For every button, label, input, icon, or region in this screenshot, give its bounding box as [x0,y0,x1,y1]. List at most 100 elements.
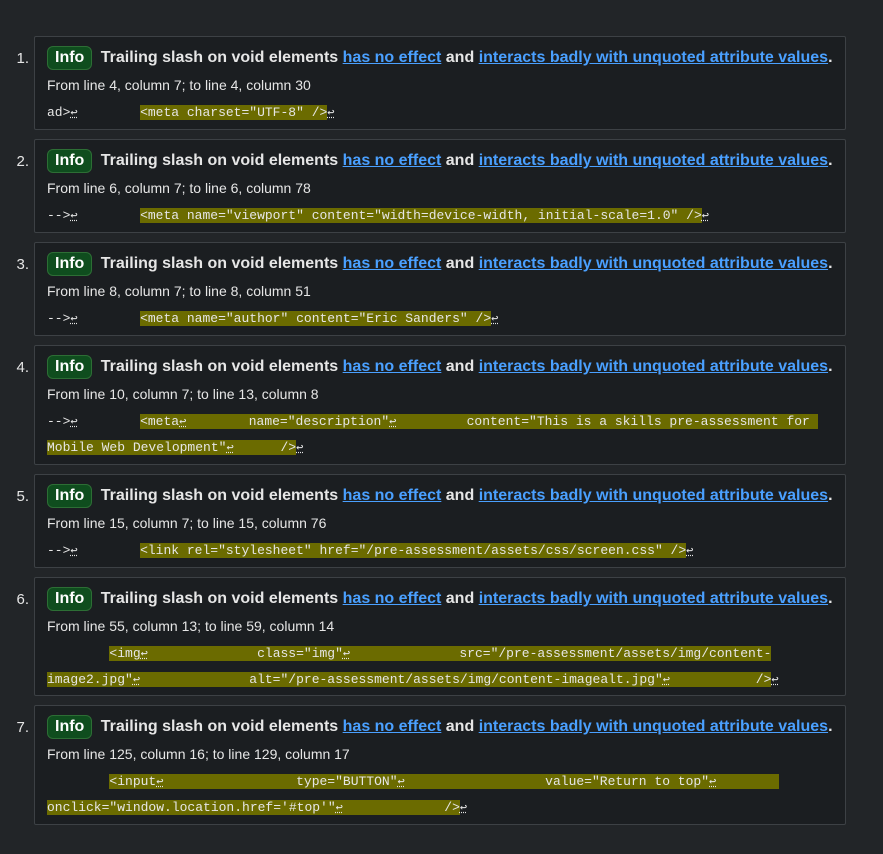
code-extract: -->↩ <link rel="stylesheet" href="/pre-a… [47,538,837,564]
message-header: Info Trailing slash on void elements has… [47,149,841,173]
code-part: <img [109,646,141,661]
message-number: 5. [16,488,29,505]
return-icon: ↩ [335,801,343,815]
code-part: /> [669,672,772,687]
return-icon: ↩ [70,544,78,558]
period-text: . [828,718,833,735]
code-part: type="BUTTON" [163,774,398,789]
extract-gap [78,543,140,558]
unquoted-attribute-link[interactable]: interacts badly with unquoted attribute … [479,255,828,272]
message-title: Trailing slash on void elements [100,152,339,169]
code-part: name="description" [186,414,390,429]
message-title: Trailing slash on void elements [100,487,339,504]
extract-prefix: --> [47,311,71,326]
return-icon: ↩ [140,647,148,661]
code-part: alt="/pre-assessment/assets/img/content-… [140,672,663,687]
code-extract: -->↩ <meta name="viewport" content="widt… [47,203,837,229]
period-text: . [828,358,833,375]
and-text: and [445,487,475,504]
return-icon: ↩ [296,441,304,455]
has-no-effect-link[interactable]: has no effect [343,255,442,272]
message-number: 6. [16,591,29,608]
return-icon: ↩ [662,673,670,687]
highlighted-code: image2.jpg"↩ alt="/pre-assessment/assets… [47,672,772,687]
info-badge: Info [47,484,93,508]
has-no-effect-link[interactable]: has no effect [343,487,442,504]
has-no-effect-link[interactable]: has no effect [343,590,442,607]
return-icon: ↩ [70,415,78,429]
has-no-effect-link[interactable]: has no effect [343,49,442,66]
message-header: Info Trailing slash on void elements has… [47,46,841,70]
code-extract: <input↩ type="BUTTON"↩ value="Return to … [47,769,837,821]
message-item: 2. Info Trailing slash on void elements … [16,139,846,233]
extract-gap [78,311,140,326]
return-icon: ↩ [327,106,335,120]
unquoted-attribute-link[interactable]: interacts badly with unquoted attribute … [479,590,828,607]
code-part: Mobile Web Development" [47,440,227,455]
code-part: onclick="window.location.href='#top'" [47,800,336,815]
message-header: Info Trailing slash on void elements has… [47,355,841,379]
message-header: Info Trailing slash on void elements has… [47,587,841,611]
and-text: and [445,358,475,375]
location-text: From line 4, column 7; to line 4, column… [47,77,311,93]
location-text: From line 15, column 7; to line 15, colu… [47,515,327,531]
period-text: . [828,487,833,504]
code-part: image2.jpg" [47,672,133,687]
unquoted-attribute-link[interactable]: interacts badly with unquoted attribute … [479,358,828,375]
code-part: <input [109,774,157,789]
unquoted-attribute-link[interactable]: interacts badly with unquoted attribute … [479,487,828,504]
message-title: Trailing slash on void elements [100,718,339,735]
has-no-effect-link[interactable]: has no effect [343,358,442,375]
message-number: 3. [16,256,29,273]
extract-gap [78,208,140,223]
code-extract: <img↩ class="img"↩ src="/pre-assessment/… [47,641,837,693]
message-header: Info Trailing slash on void elements has… [47,484,841,508]
period-text: . [828,255,833,272]
location-text: From line 6, column 7; to line 6, column… [47,180,311,196]
unquoted-attribute-link[interactable]: interacts badly with unquoted attribute … [479,718,828,735]
message-item: 4. Info Trailing slash on void elements … [16,345,846,465]
message-title: Trailing slash on void elements [100,255,339,272]
return-icon: ↩ [459,801,468,815]
extract-gap [47,774,109,789]
message-item: 3. Info Trailing slash on void elements … [16,242,846,336]
info-badge: Info [47,149,93,173]
extract-gap [47,646,109,661]
code-part: content="This is a skills pre-assessment… [396,414,818,429]
highlighted-code: <meta charset="UTF-8" /> [140,105,328,120]
unquoted-attribute-link[interactable]: interacts badly with unquoted attribute … [479,152,828,169]
message-number: 2. [16,153,29,170]
info-badge: Info [47,46,93,70]
return-icon: ↩ [132,673,141,687]
info-badge: Info [47,355,93,379]
message-title: Trailing slash on void elements [100,49,339,66]
message-number: 1. [16,50,29,67]
and-text: and [445,152,475,169]
and-text: and [445,255,475,272]
message-item: 5. Info Trailing slash on void elements … [16,474,846,568]
code-extract: ad>↩ <meta charset="UTF-8" />↩ [47,100,837,126]
highlighted-code: <meta name="author" content="Eric Sander… [140,311,492,326]
return-icon: ↩ [491,312,499,326]
return-icon: ↩ [70,209,78,223]
return-icon: ↩ [70,312,78,326]
extract-prefix: --> [47,414,71,429]
return-icon: ↩ [226,441,234,455]
has-no-effect-link[interactable]: has no effect [343,152,442,169]
message-header: Info Trailing slash on void elements has… [47,252,841,276]
has-no-effect-link[interactable]: has no effect [343,718,442,735]
message-number: 4. [16,359,29,376]
code-part: <meta [140,414,180,429]
location-text: From line 10, column 7; to line 13, colu… [47,386,319,402]
and-text: and [445,49,475,66]
and-text: and [445,718,475,735]
extract-prefix: --> [47,208,71,223]
unquoted-attribute-link[interactable]: interacts badly with unquoted attribute … [479,49,828,66]
extract-gap [78,105,140,120]
message-title: Trailing slash on void elements [100,590,339,607]
highlighted-code: <meta↩ name="description"↩ content="This… [140,414,818,429]
message-item: 1. Info Trailing slash on void elements … [16,36,846,130]
return-icon: ↩ [686,544,694,558]
highlighted-code: <input↩ type="BUTTON"↩ value="Return to … [109,774,779,789]
return-icon: ↩ [70,106,78,120]
